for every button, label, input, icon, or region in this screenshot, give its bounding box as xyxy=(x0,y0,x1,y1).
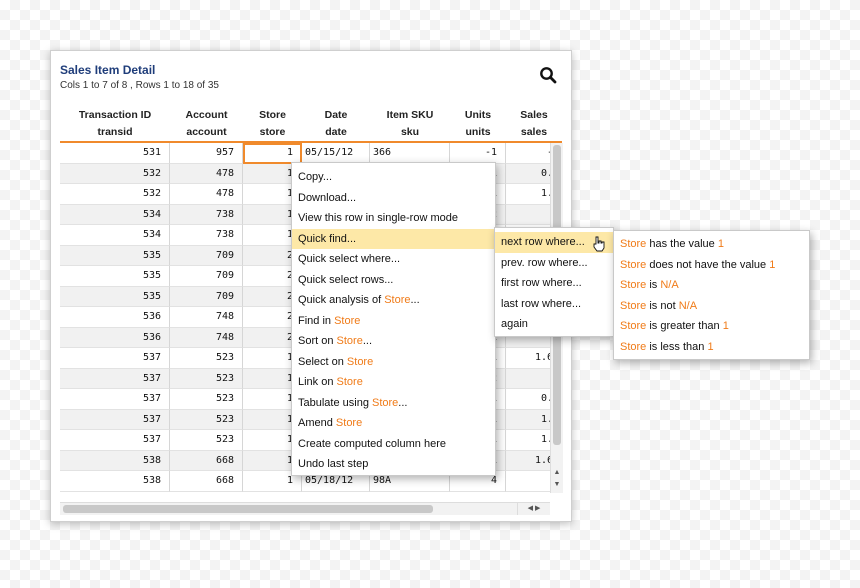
condition-item[interactable]: Store has the value 1 xyxy=(614,234,809,255)
horizontal-scrollbar[interactable]: ◀ ▶ xyxy=(60,502,550,515)
cell-sku[interactable]: 366 xyxy=(370,143,450,164)
column-header-label: Sales xyxy=(520,109,548,121)
cell-transid[interactable]: 537 xyxy=(60,389,170,410)
context-menu-item[interactable]: View this row in single-row mode xyxy=(292,208,495,229)
cell-account[interactable]: 709 xyxy=(170,245,243,266)
cell-account[interactable]: 668 xyxy=(170,450,243,471)
cell-units[interactable]: -1 xyxy=(450,143,506,164)
cell-transid[interactable]: 532 xyxy=(60,163,170,184)
context-menu-item[interactable]: Quick select where... xyxy=(292,249,495,270)
cell-transid[interactable]: 534 xyxy=(60,204,170,225)
scroll-left-right-icon[interactable]: ◀ ▶ xyxy=(517,503,550,515)
cell-transid[interactable]: 536 xyxy=(60,307,170,328)
cell-transid[interactable]: 538 xyxy=(60,471,170,492)
column-header-label: Store xyxy=(259,109,286,121)
column-header-label: Item SKU xyxy=(386,109,434,121)
cell-transid[interactable]: 534 xyxy=(60,225,170,246)
horizontal-scroll-thumb[interactable] xyxy=(63,505,433,513)
scroll-up-icon[interactable]: ▲ xyxy=(552,469,562,476)
cell-account[interactable]: 957 xyxy=(170,143,243,164)
context-menu-item[interactable]: Quick analysis of Store... xyxy=(292,290,495,311)
cell-account[interactable]: 738 xyxy=(170,204,243,225)
condition-item[interactable]: Store is greater than 1 xyxy=(614,316,809,337)
cell-account[interactable]: 523 xyxy=(170,389,243,410)
context-menu-item[interactable]: Copy... xyxy=(292,167,495,188)
cell-account[interactable]: 478 xyxy=(170,163,243,184)
column-header-date[interactable]: Date date xyxy=(302,107,370,141)
quick-find-item[interactable]: last row where... xyxy=(495,294,613,315)
cell-transid[interactable]: 535 xyxy=(60,286,170,307)
cell-transid[interactable]: 531 xyxy=(60,143,170,164)
column-header-name: sku xyxy=(400,126,420,138)
context-menu-item[interactable]: Download... xyxy=(292,188,495,209)
column-header-label: Units xyxy=(464,109,492,121)
scroll-down-icon[interactable]: ▼ xyxy=(552,481,562,488)
column-header-transid[interactable]: Transaction ID transid xyxy=(60,107,170,141)
cell-account[interactable]: 738 xyxy=(170,225,243,246)
condition-item[interactable]: Store is less than 1 xyxy=(614,337,809,358)
quick-find-item[interactable]: again xyxy=(495,314,613,335)
cell-account[interactable]: 709 xyxy=(170,286,243,307)
panel-title: Sales Item Detail xyxy=(60,63,156,77)
cell-account[interactable]: 478 xyxy=(170,184,243,205)
column-header-name: account xyxy=(186,126,227,138)
table-row[interactable]: 531957105/15/12366-1- xyxy=(60,143,562,164)
search-icon[interactable] xyxy=(539,66,557,84)
column-header-name: transid xyxy=(97,126,133,138)
column-header-name: date xyxy=(325,126,347,138)
context-menu-item[interactable]: Undo last step xyxy=(292,454,495,475)
cell-account[interactable]: 748 xyxy=(170,327,243,348)
panel-subtitle: Cols 1 to 7 of 8 , Rows 1 to 18 of 35 xyxy=(60,80,219,91)
cell-account[interactable]: 668 xyxy=(170,471,243,492)
grid-header: Transaction ID transid Account account Store… xyxy=(60,105,562,143)
cell-account[interactable]: 709 xyxy=(170,266,243,287)
hand-pointer-icon xyxy=(593,236,605,252)
cell-transid[interactable]: 537 xyxy=(60,348,170,369)
column-header-units[interactable]: Units units xyxy=(450,107,506,141)
context-menu-item[interactable]: Select on Store xyxy=(292,352,495,373)
cell-store[interactable]: 1 xyxy=(243,143,302,164)
context-menu-item[interactable]: Sort on Store... xyxy=(292,331,495,352)
condition-submenu: Store has the value 1 Store does not have… xyxy=(613,230,810,360)
condition-item[interactable]: Store is not N/A xyxy=(614,296,809,317)
context-menu-item[interactable]: Tabulate using Store... xyxy=(292,393,495,414)
context-menu-item[interactable]: Create computed column here xyxy=(292,434,495,455)
column-header-sku[interactable]: Item SKU sku xyxy=(370,107,450,141)
column-header-name: store xyxy=(259,126,286,138)
context-menu: Copy... Download... View this row in singl… xyxy=(291,162,496,476)
column-header-name: sales xyxy=(520,126,548,138)
context-menu-item[interactable]: Quick find... xyxy=(292,228,495,249)
cell-account[interactable]: 523 xyxy=(170,368,243,389)
context-menu-item[interactable]: Find in Store xyxy=(292,311,495,332)
column-header-sales[interactable]: Sales sales xyxy=(506,107,562,141)
cell-transid[interactable]: 537 xyxy=(60,430,170,451)
context-menu-item[interactable]: Amend Store xyxy=(292,413,495,434)
cell-account[interactable]: 523 xyxy=(170,348,243,369)
condition-item[interactable]: Store is N/A xyxy=(614,275,809,296)
column-header-account[interactable]: Account account xyxy=(170,107,243,141)
column-header-label: Transaction ID xyxy=(78,109,152,121)
cell-transid[interactable]: 535 xyxy=(60,266,170,287)
cell-transid[interactable]: 537 xyxy=(60,409,170,430)
column-header-label: Account xyxy=(185,109,228,121)
column-header-label: Date xyxy=(324,109,348,121)
cell-transid[interactable]: 535 xyxy=(60,245,170,266)
cell-account[interactable]: 523 xyxy=(170,409,243,430)
cell-transid[interactable]: 538 xyxy=(60,450,170,471)
cell-transid[interactable]: 532 xyxy=(60,184,170,205)
cell-transid[interactable]: 536 xyxy=(60,327,170,348)
context-menu-item[interactable]: Quick select rows... xyxy=(292,270,495,291)
context-menu-item[interactable]: Link on Store xyxy=(292,372,495,393)
column-header-name: units xyxy=(465,126,491,138)
cell-account[interactable]: 748 xyxy=(170,307,243,328)
quick-find-item[interactable]: prev. row where... xyxy=(495,253,613,274)
quick-find-item[interactable]: first row where... xyxy=(495,273,613,294)
condition-item[interactable]: Store does not have the value 1 xyxy=(614,255,809,276)
cell-date[interactable]: 05/15/12 xyxy=(302,143,370,164)
column-header-store[interactable]: Store store xyxy=(243,107,302,141)
cell-transid[interactable]: 537 xyxy=(60,368,170,389)
cell-account[interactable]: 523 xyxy=(170,430,243,451)
